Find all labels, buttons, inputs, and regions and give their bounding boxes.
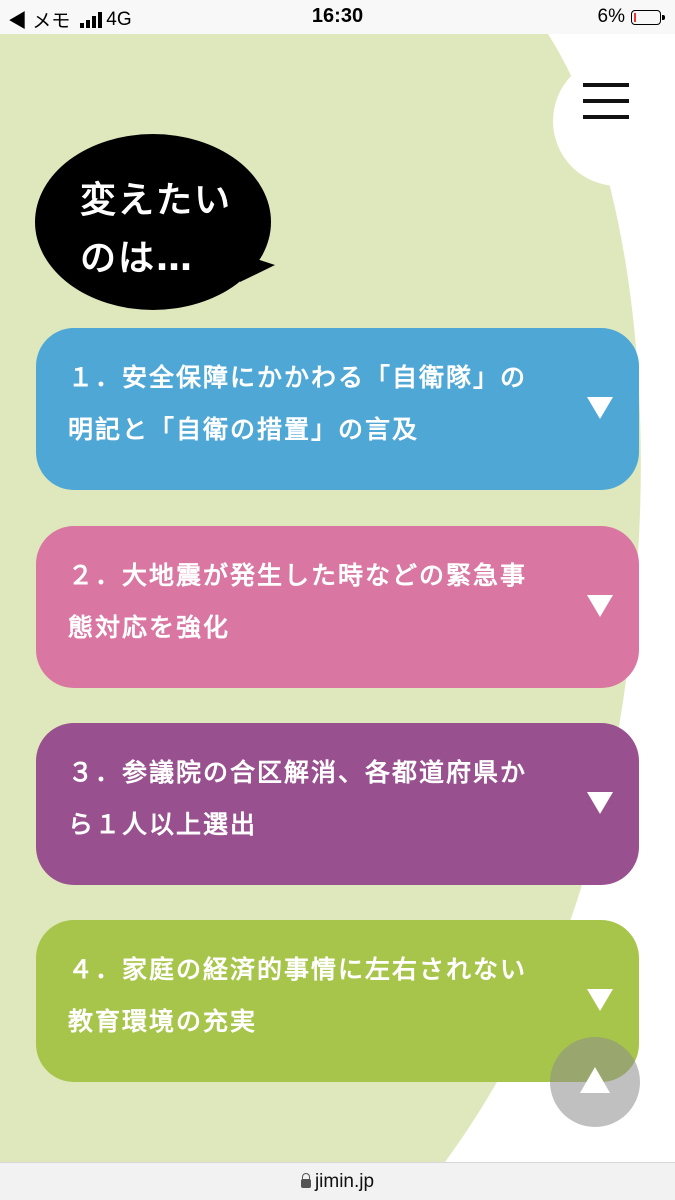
bubble-line-1: 変えたい: [80, 180, 233, 221]
battery-percent: 6%: [597, 6, 625, 27]
chevron-down-icon: [587, 989, 613, 1011]
accordion-item-title: ３．参議院の合区解消、各都道府県から１人以上選出: [68, 758, 528, 839]
accordion-item-1[interactable]: １．安全保障にかかわる「自衛隊」の明記と「自衛の措置」の言及: [36, 328, 639, 490]
accordion-item-title: ４．家庭の経済的事情に左右されない教育環境の充実: [68, 955, 528, 1036]
hamburger-icon: [583, 83, 629, 131]
speech-bubble: 変えたい のは…: [35, 132, 275, 312]
chevron-down-icon: [587, 397, 613, 419]
arrow-up-icon: [580, 1067, 610, 1093]
battery-icon: [631, 9, 665, 25]
status-right: 6%: [597, 6, 665, 28]
page-content: 変えたい のは… １．安全保障にかかわる「自衛隊」の明記と「自衛の措置」の言及 …: [0, 34, 675, 1162]
lock-icon: [300, 1173, 311, 1188]
bubble-heading: 変えたい のは…: [80, 172, 250, 288]
url-domain: jimin.jp: [314, 1171, 375, 1192]
bubble-line-2: のは…: [80, 238, 195, 279]
clock: 16:30: [311, 5, 364, 27]
accordion-item-title: １．安全保障にかかわる「自衛隊」の明記と「自衛の措置」の言及: [68, 363, 528, 444]
accordion-item-title: ２．大地震が発生した時などの緊急事態対応を強化: [68, 561, 528, 642]
accordion-item-2[interactable]: ２．大地震が発生した時などの緊急事態対応を強化: [36, 526, 639, 688]
accordion-item-3[interactable]: ３．参議院の合区解消、各都道府県から１人以上選出: [36, 723, 639, 885]
status-bar: ◀ メモ 4G 16:30 6%: [0, 0, 675, 34]
accordion-item-4[interactable]: ４．家庭の経済的事情に左右されない教育環境の充実: [36, 920, 639, 1082]
scroll-to-top-button[interactable]: [550, 1037, 640, 1127]
chevron-down-icon: [587, 595, 613, 617]
url-bar[interactable]: jimin.jp: [0, 1162, 675, 1200]
chevron-down-icon: [587, 792, 613, 814]
hamburger-menu-button[interactable]: [553, 56, 675, 186]
